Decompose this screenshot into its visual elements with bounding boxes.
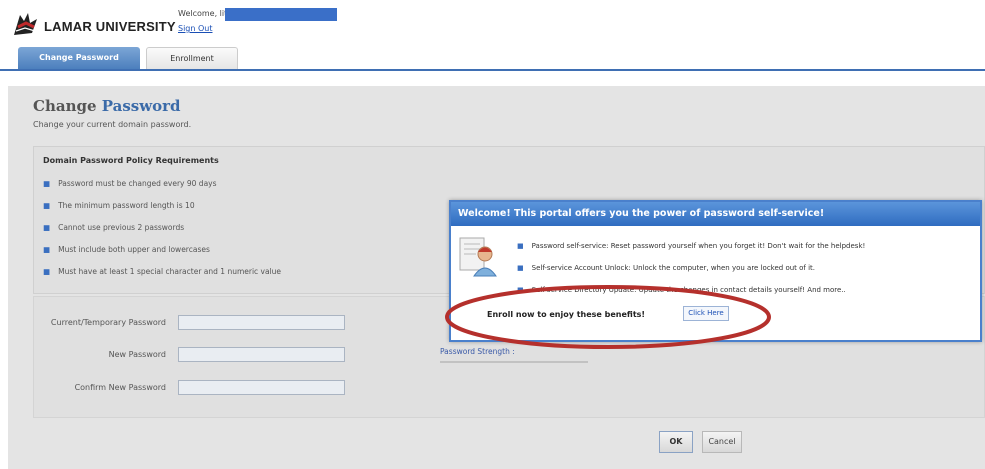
- current-password-label: Current/Temporary Password: [50, 318, 166, 327]
- page-title: Change Password: [33, 97, 181, 115]
- bullet-icon: ■: [43, 267, 51, 276]
- popup-item-text: Self-service Account Unlock: Unlock the …: [531, 264, 816, 272]
- popup-item: ■ Password self-service: Reset password y…: [517, 242, 865, 250]
- page-subtitle: Change your current domain password.: [33, 120, 192, 129]
- current-password-input[interactable]: [178, 315, 345, 330]
- bullet-icon: ■: [43, 201, 51, 210]
- confirm-password-label: Confirm New Password: [74, 383, 166, 392]
- welcome-text: Welcome, lit_: [178, 9, 232, 18]
- ok-button[interactable]: OK: [659, 431, 693, 453]
- redaction-bar: [225, 8, 337, 21]
- policy-item-text: Cannot use previous 2 passwords: [58, 223, 185, 232]
- policy-item: ■ Must have at least 1 special character …: [43, 267, 281, 276]
- policy-item-text: The minimum password length is 10: [58, 201, 195, 210]
- cardinal-logo-icon: [14, 13, 37, 35]
- policy-item-text: Must have at least 1 special character a…: [58, 267, 282, 276]
- new-password-input[interactable]: [178, 347, 345, 362]
- bullet-icon: ■: [517, 242, 524, 250]
- sign-out-link[interactable]: Sign Out: [178, 24, 213, 33]
- bullet-icon: ■: [517, 264, 524, 272]
- policy-item: ■ Cannot use previous 2 passwords: [43, 223, 184, 232]
- user-document-icon: [459, 237, 497, 277]
- popup-item: ■ Self-service Account Unlock: Unlock the…: [517, 264, 815, 272]
- tab-enrollment[interactable]: Enrollment: [146, 47, 238, 69]
- policy-heading: Domain Password Policy Requirements: [43, 156, 219, 165]
- new-password-label: New Password: [108, 350, 166, 359]
- tab-change-password[interactable]: Change Password: [18, 47, 140, 69]
- policy-item: ■ Password must be changed every 90 days: [43, 179, 217, 188]
- page-title-part1: Change: [33, 97, 102, 115]
- popup-title: Welcome! This portal offers you the powe…: [458, 208, 825, 219]
- cancel-button[interactable]: Cancel: [702, 431, 742, 453]
- tab-underline: [0, 69, 985, 71]
- annotation-ellipse: [445, 285, 771, 349]
- logo-text: LAMAR UNIVERSITY: [44, 19, 176, 34]
- policy-item: ■ Must include both upper and lowercases: [43, 245, 210, 254]
- policy-item: ■ The minimum password length is 10: [43, 201, 195, 210]
- bullet-icon: ■: [43, 223, 51, 232]
- bullet-icon: ■: [43, 245, 51, 254]
- password-strength-meter: [440, 361, 588, 363]
- bullet-icon: ■: [43, 179, 51, 188]
- policy-item-text: Must include both upper and lowercases: [58, 245, 210, 254]
- popup-item-text: Password self-service: Reset password yo…: [531, 242, 866, 250]
- policy-item-text: Password must be changed every 90 days: [58, 179, 217, 188]
- confirm-password-input[interactable]: [178, 380, 345, 395]
- page-title-part2: Password: [101, 97, 181, 115]
